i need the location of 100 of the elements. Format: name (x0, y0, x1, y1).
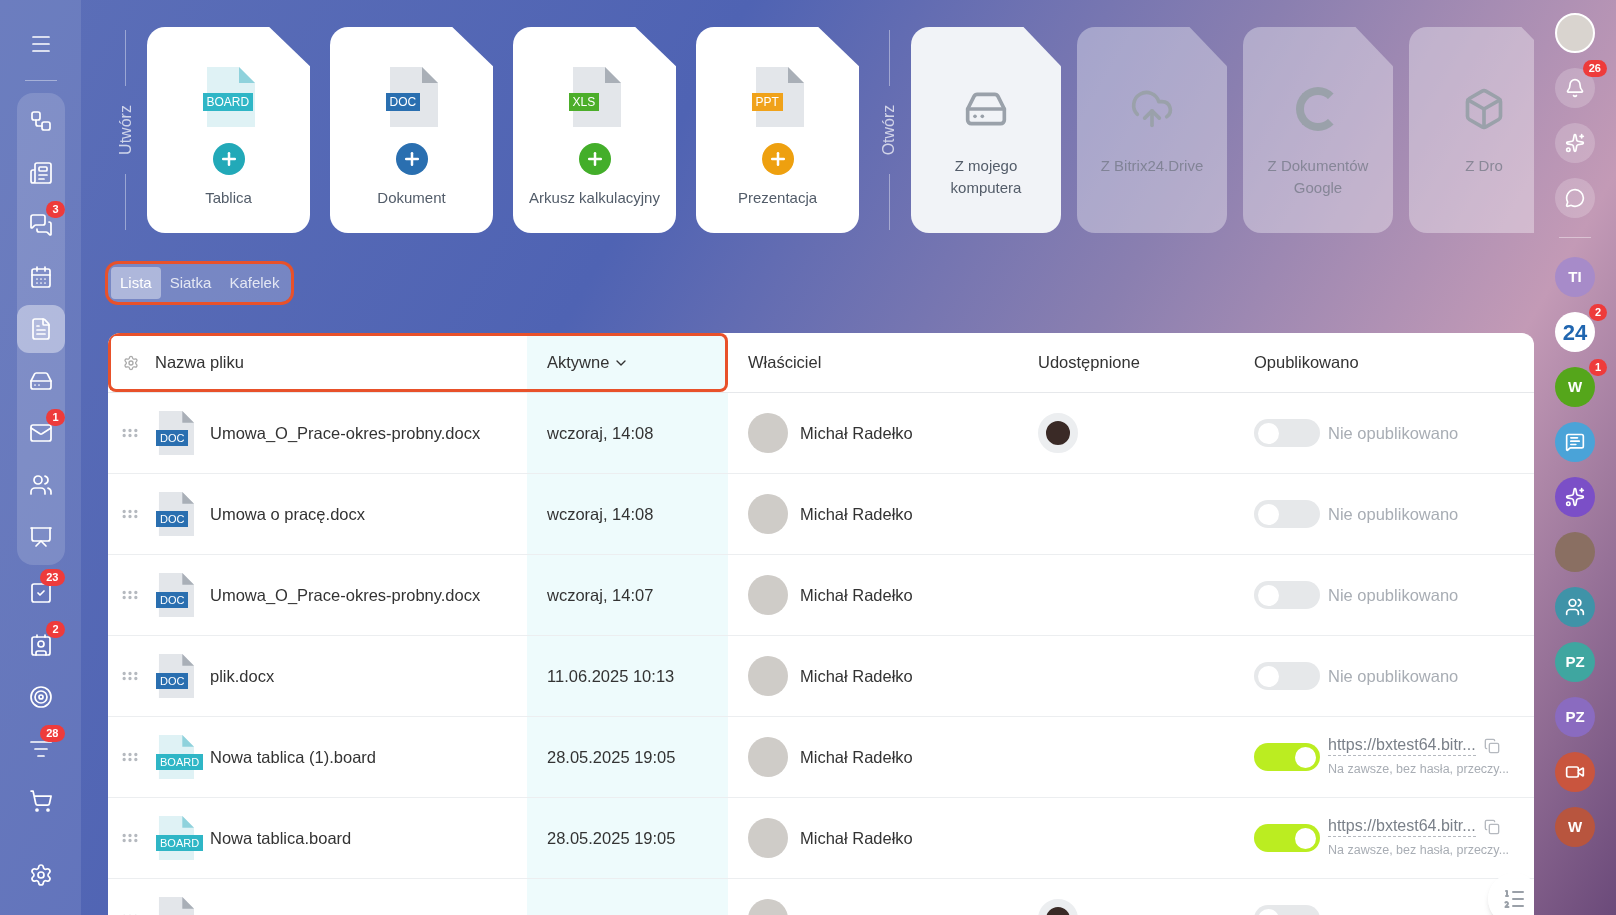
drive-icon (28, 369, 53, 393)
contact-avatar[interactable]: PZ (1555, 697, 1595, 737)
open-source-card[interactable]: Z mojego komputera (911, 27, 1061, 233)
card-label: Z Dro (1464, 156, 1504, 176)
public-link[interactable]: https://bxtest64.bitr... (1328, 735, 1476, 757)
sidebar-item[interactable]: 23 (16, 569, 65, 617)
link-settings-note: Na zawsze, bez hasła, przeczy... (1328, 842, 1510, 860)
copy-icon[interactable] (1483, 818, 1500, 835)
modified-date: 28.05.2025 19:05 (547, 746, 676, 768)
owner-avatar (748, 737, 788, 777)
owner-name[interactable]: Michał Radełko (800, 582, 913, 608)
sidebar-item[interactable]: 1 (16, 409, 65, 457)
copilot-button[interactable] (1555, 123, 1595, 163)
file-type-label: DOC (156, 592, 189, 608)
settings-icon (28, 863, 53, 887)
file-name[interactable]: Umowa_O_Prace-okres-probny.docx (210, 582, 481, 608)
file-type-label: DOC (156, 511, 189, 527)
publish-toggle[interactable] (1254, 419, 1320, 447)
column-header[interactable]: Nazwa pliku (108, 333, 527, 392)
publish-toggle[interactable] (1254, 581, 1320, 609)
column-header[interactable]: Udostępnione (1018, 333, 1234, 392)
plus-icon (395, 143, 428, 175)
publish-toggle[interactable] (1254, 662, 1320, 690)
column-header[interactable]: Aktywne (527, 333, 728, 392)
file-type-label: DOC (156, 673, 189, 689)
modified-date: 28.05.2025 19:05 (547, 827, 676, 849)
file-name[interactable]: plik.docx (210, 663, 275, 689)
owner-avatar (748, 818, 788, 858)
count-badge: 3 (46, 201, 65, 218)
contact-avatar[interactable]: 24 (1555, 312, 1595, 352)
count-badge: 2 (1588, 304, 1607, 321)
sidebar-item[interactable] (16, 305, 65, 353)
sparkle-icon (1565, 133, 1585, 153)
file-type-label: BOARD (156, 835, 204, 851)
publish-status: Nie opublikowano (1328, 665, 1459, 687)
list-menu-button[interactable] (1488, 873, 1534, 915)
group-avatar[interactable] (1555, 587, 1595, 627)
count-badge: 28 (40, 725, 65, 742)
cart-icon (28, 789, 53, 813)
file-name[interactable]: Umowa o pracę.docx (210, 501, 365, 527)
count-badge: 1 (46, 409, 65, 426)
file-name[interactable]: Umowa_O_Prace-okres-probny.docx (210, 420, 481, 446)
contact-card-icon (28, 633, 53, 657)
modified-date: wczoraj, 14:08 (547, 503, 654, 525)
owner-name[interactable]: Michał Radełko (800, 663, 913, 689)
create-file-card[interactable]: PPT Prezentacja (696, 27, 859, 233)
modified-date: wczoraj, 14:08 (547, 422, 654, 444)
newspaper-icon (28, 161, 53, 185)
owner-name[interactable]: Michał Radełko (800, 825, 913, 851)
publish-toggle[interactable] (1254, 500, 1320, 528)
bell-icon (1565, 78, 1585, 98)
copy-icon[interactable] (1483, 737, 1500, 754)
checkbox-icon (28, 581, 53, 605)
shared-user-avatar[interactable] (1038, 413, 1078, 453)
owner-avatar (748, 413, 788, 453)
contact-avatar[interactable]: W (1555, 807, 1595, 847)
plus-icon (761, 143, 794, 175)
file-type-label: PPT (751, 93, 783, 111)
file-name[interactable]: Nowa tablica.board (210, 825, 352, 851)
plus-icon (212, 143, 245, 175)
create-file-card[interactable]: XLS Arkusz kalkulacyjny (513, 27, 676, 233)
column-header[interactable]: Opublikowano (1234, 333, 1534, 392)
chat-bubble-icon (1565, 432, 1585, 452)
file-type-label: DOC (385, 93, 421, 111)
count-badge: 26 (1582, 60, 1607, 77)
modified-date: 11.06.2025 10:13 (547, 665, 675, 687)
settings-icon[interactable] (123, 354, 139, 371)
card-label: Prezentacja (736, 188, 819, 208)
sidebar-item[interactable]: 3 (16, 201, 65, 249)
column-header[interactable]: Właściciel (728, 333, 1018, 392)
sidebar-item[interactable]: 2 (16, 621, 65, 669)
presentation-icon (28, 525, 53, 549)
chat-icon (28, 213, 53, 237)
owner-avatar (748, 575, 788, 615)
owner-name[interactable]: Michał Radełko (800, 420, 913, 446)
chat-button[interactable] (1555, 178, 1595, 218)
file-type-label: BOARD (202, 93, 254, 111)
flow-icon (28, 109, 53, 133)
user-avatar[interactable] (1555, 13, 1595, 53)
owner-name[interactable]: Michał Radełko (800, 501, 913, 527)
owner-name[interactable]: Michał Radełko (800, 744, 913, 770)
create-file-card[interactable]: DOC Dokument (330, 27, 493, 233)
section-label: Utwórz (115, 105, 135, 155)
card-label: Arkusz kalkulacyjny (528, 188, 661, 208)
sidebar-item[interactable]: 28 (16, 725, 65, 773)
video-call-avatar[interactable] (1555, 752, 1595, 792)
create-file-card[interactable]: BOARD Tablica (147, 27, 310, 233)
plus-icon (578, 143, 611, 175)
count-badge: 2 (46, 621, 65, 638)
people-icon (1565, 597, 1585, 617)
copilot-avatar[interactable] (1555, 477, 1595, 517)
file-name[interactable]: Nowa tablica (1).board (210, 744, 376, 770)
publish-toggle[interactable] (1254, 743, 1320, 771)
photo-placeholder[interactable] (1555, 532, 1595, 572)
publish-toggle[interactable] (1254, 824, 1320, 852)
public-link[interactable]: https://bxtest64.bitr... (1328, 816, 1476, 838)
file-type-label: XLS (568, 93, 600, 111)
people-icon (28, 473, 53, 497)
modified-date: wczoraj, 14:07 (547, 584, 654, 606)
chat-group-avatar[interactable] (1555, 422, 1595, 462)
